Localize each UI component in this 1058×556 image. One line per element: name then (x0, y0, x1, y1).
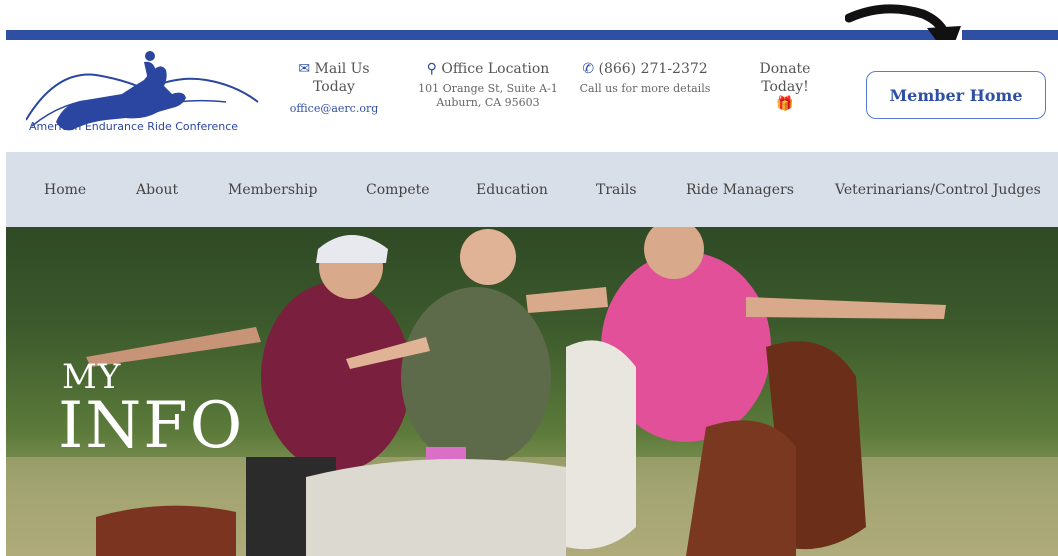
nav-item-membership[interactable]: Membership (228, 182, 317, 198)
office-title: Office Location (441, 61, 550, 77)
phone-subtext: Call us for more details (579, 82, 711, 95)
mail-email-link[interactable]: office@aerc.org (284, 102, 384, 116)
nav-item-home[interactable]: Home (44, 182, 86, 198)
main-nav: Home About Membership Compete Education … (6, 152, 1058, 227)
nav-item-trails[interactable]: Trails (596, 182, 637, 198)
member-home-button[interactable]: Member Home (866, 71, 1046, 119)
nav-item-about[interactable]: About (136, 182, 178, 198)
hero-title-line2: INFO (58, 389, 245, 463)
nav-item-veterinarians[interactable]: Veterinarians/Control Judges (835, 182, 1041, 198)
office-address-line1: 101 Orange St, Suite A-1 (418, 82, 558, 95)
office-address-line2: Auburn, CA 95603 (436, 96, 540, 109)
nav-item-ride-managers[interactable]: Ride Managers (686, 182, 794, 198)
mail-us-block[interactable]: ✉ Mail Us Today office@aerc.org (284, 60, 384, 116)
envelope-icon: ✉ (298, 61, 311, 77)
phone-icon: ✆ (582, 61, 595, 77)
office-location-block[interactable]: ⚲ Office Location 101 Orange St, Suite A… (418, 60, 558, 110)
hero-banner: MY INFO (6, 227, 1058, 556)
donate-block[interactable]: Donate Today! 🎁 (745, 60, 825, 112)
logo-text: American Endurance Ride Conference (29, 120, 239, 133)
gift-icon: 🎁 (776, 96, 794, 112)
nav-item-education[interactable]: Education (476, 182, 548, 198)
map-pin-icon: ⚲ (426, 61, 437, 77)
nav-item-compete[interactable]: Compete (366, 182, 430, 198)
phone-block[interactable]: ✆ (866) 271-2372 Call us for more detail… (575, 60, 715, 96)
phone-number: (866) 271-2372 (598, 61, 708, 77)
donate-title: Donate Today! (759, 61, 811, 95)
mail-title: Mail Us Today (313, 61, 370, 95)
